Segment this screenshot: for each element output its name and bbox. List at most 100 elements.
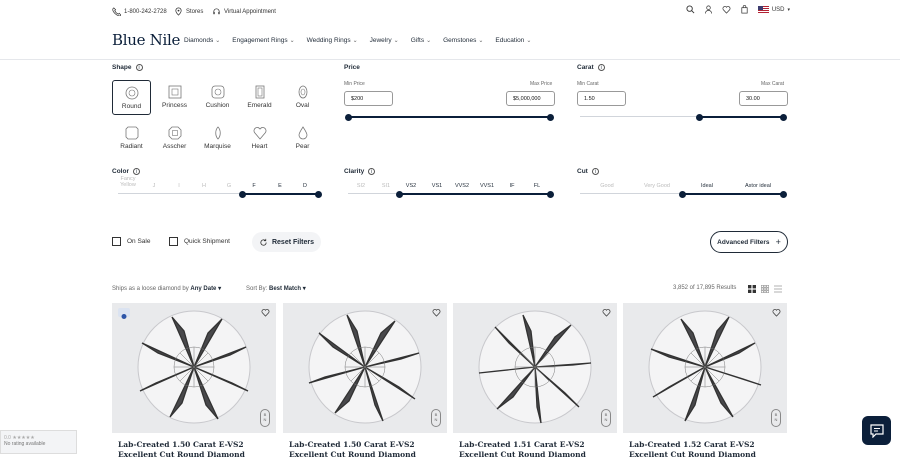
cut-grade-good[interactable]: Good [590, 183, 624, 189]
grid-large-icon[interactable] [748, 285, 756, 293]
shape-round[interactable]: Round [112, 80, 151, 115]
product-card[interactable]: BN Lab-Created 1.52 Carat E-VS2 Excellen… [623, 303, 787, 459]
min-price-input[interactable]: $200 [344, 91, 393, 106]
virtual-appointment-link[interactable]: Virtual Appointment [212, 7, 276, 16]
clarity-grade-vs1[interactable]: VS1 [427, 183, 447, 189]
cut-min-handle[interactable] [678, 191, 686, 198]
shape-pear[interactable]: Pear [283, 121, 322, 156]
clarity-grade-if[interactable]: IF [503, 183, 521, 189]
quick-shipment-checkbox[interactable]: Quick Shipment [169, 237, 230, 246]
chat-button[interactable] [862, 416, 891, 445]
sort-by-dropdown[interactable]: Best Match ▾ [269, 286, 306, 292]
color-grade-g[interactable]: G [223, 183, 235, 189]
info-icon[interactable]: i [132, 168, 140, 175]
clarity-grade-vvs2[interactable]: VVS2 [451, 183, 473, 189]
advanced-filters-button[interactable]: Advanced Filters + [710, 231, 788, 253]
color-max-handle[interactable] [314, 191, 322, 198]
max-price-input[interactable]: $5,000,000 [506, 91, 555, 106]
reset-filters-button[interactable]: Reset Filters [252, 232, 321, 252]
shape-asscher[interactable]: Asscher [155, 121, 194, 156]
color-min-handle[interactable] [238, 191, 246, 198]
bn-certified-stamp: BN [260, 409, 270, 427]
wishlist-heart-icon[interactable] [261, 308, 270, 317]
stores-link[interactable]: Stores [174, 7, 203, 16]
product-card[interactable]: BN Lab-Created 1.51 Carat E-VS2 Excellen… [453, 303, 617, 459]
bag-icon[interactable] [740, 5, 749, 14]
color-grade-j[interactable]: J [148, 183, 160, 189]
virtual-appointment-label: Virtual Appointment [224, 8, 276, 15]
menu-item-gifts[interactable]: Gifts ⌄ [411, 37, 431, 44]
product-title[interactable]: Lab-Created 1.52 Carat E-VS2 Excellent C… [629, 440, 779, 460]
product-card[interactable]: BN Lab-Created 1.50 Carat E-VS2 Excellen… [283, 303, 447, 459]
cut-grade-ideal[interactable]: Ideal [690, 183, 724, 189]
menu-item-engagement-rings[interactable]: Engagement Rings ⌄ [232, 37, 294, 44]
color-grade-f[interactable]: F [248, 183, 260, 189]
cut-max-handle[interactable] [779, 191, 787, 198]
bn-certified-stamp: BN [601, 409, 611, 427]
wishlist-heart-icon[interactable] [772, 308, 781, 317]
shape-emerald[interactable]: Emerald [240, 80, 279, 115]
list-view-icon[interactable] [774, 285, 782, 293]
cut-grade-very-good[interactable]: Very Good [635, 183, 679, 189]
cut-grade-astor-ideal[interactable]: Astor ideal [733, 183, 783, 189]
grid-small-icon[interactable] [761, 285, 769, 293]
checkbox-box [112, 237, 121, 246]
wishlist-heart-icon[interactable] [602, 308, 611, 317]
price-min-handle[interactable] [344, 114, 352, 121]
product-title[interactable]: Lab-Created 1.50 Carat E-VS2 Excellent C… [118, 440, 268, 460]
cut-label-text: Cut [577, 168, 588, 175]
menu-item-gemstones[interactable]: Gemstones ⌄ [443, 37, 483, 44]
shape-marquise[interactable]: Marquise [198, 121, 237, 156]
shape-heart[interactable]: Heart [240, 121, 279, 156]
color-grade-i[interactable]: I [173, 183, 185, 189]
ships-by-dropdown[interactable]: Any Date ▾ [190, 286, 221, 292]
clarity-max-handle[interactable] [546, 191, 554, 198]
brand-logo[interactable]: Blue Nile [112, 31, 180, 49]
carat-max-handle[interactable] [779, 114, 787, 121]
price-max-handle[interactable] [546, 114, 554, 121]
color-grade-h[interactable]: H [198, 183, 210, 189]
wishlist-heart-icon[interactable] [432, 308, 441, 317]
color-grade-e[interactable]: E [274, 183, 286, 189]
max-carat-input[interactable]: 30.00 [739, 91, 788, 106]
info-icon[interactable]: i [597, 64, 605, 71]
menu-item-education[interactable]: Education ⌄ [495, 37, 531, 44]
on-sale-checkbox[interactable]: On Sale [112, 237, 151, 246]
heart-icon[interactable] [722, 5, 731, 14]
clarity-min-handle[interactable] [395, 191, 403, 198]
menu-item-jewelry[interactable]: Jewelry ⌄ [370, 37, 399, 44]
360-view-icon[interactable] [118, 308, 130, 319]
product-title[interactable]: Lab-Created 1.51 Carat E-VS2 Excellent C… [459, 440, 609, 460]
carat-min-handle[interactable] [695, 114, 703, 121]
color-grade-fancy-yellow[interactable]: Fancy Yellow [116, 176, 140, 188]
search-icon[interactable] [686, 5, 695, 14]
shape-label: Cushion [205, 102, 230, 109]
menu-label: Wedding Rings [306, 37, 351, 44]
currency-selector[interactable]: USD ▾ [757, 6, 790, 13]
shape-radiant[interactable]: Radiant [112, 121, 151, 156]
product-title[interactable]: Lab-Created 1.50 Carat E-VS2 Excellent C… [289, 440, 439, 460]
shape-princess[interactable]: Princess [155, 80, 194, 115]
clarity-grade-si1[interactable]: SI1 [377, 183, 395, 189]
rating-badge[interactable]: 0.0 ★★★★★ No rating available [0, 430, 77, 454]
menu-item-wedding-rings[interactable]: Wedding Rings ⌄ [307, 37, 358, 44]
info-icon[interactable]: i [368, 168, 376, 175]
menu-label: Gemstones [443, 37, 477, 44]
phone-link[interactable]: 1-800-242-2728 [112, 7, 167, 16]
clarity-grade-fl[interactable]: FL [528, 183, 546, 189]
account-icon[interactable] [704, 5, 713, 14]
clarity-grade-vs2[interactable]: VS2 [402, 183, 420, 189]
clarity-grade-vvs1[interactable]: VVS1 [476, 183, 498, 189]
color-grade-d[interactable]: D [299, 183, 311, 189]
min-carat-input[interactable]: 1.50 [577, 91, 626, 106]
product-card[interactable]: BN Lab-Created 1.50 Carat E-VS2 Excellen… [112, 303, 276, 459]
menu-item-diamonds[interactable]: Diamonds ⌄ [184, 37, 220, 44]
clarity-filter-label: Clarity i [344, 168, 376, 175]
shape-cushion[interactable]: Cushion [198, 80, 237, 115]
info-icon[interactable]: i [135, 64, 143, 71]
account-icons: USD ▾ [686, 5, 790, 14]
info-icon[interactable]: i [591, 168, 599, 175]
clarity-grade-si2[interactable]: SI2 [352, 183, 370, 189]
currency-label: USD [771, 6, 785, 13]
shape-oval[interactable]: Oval [283, 80, 322, 115]
